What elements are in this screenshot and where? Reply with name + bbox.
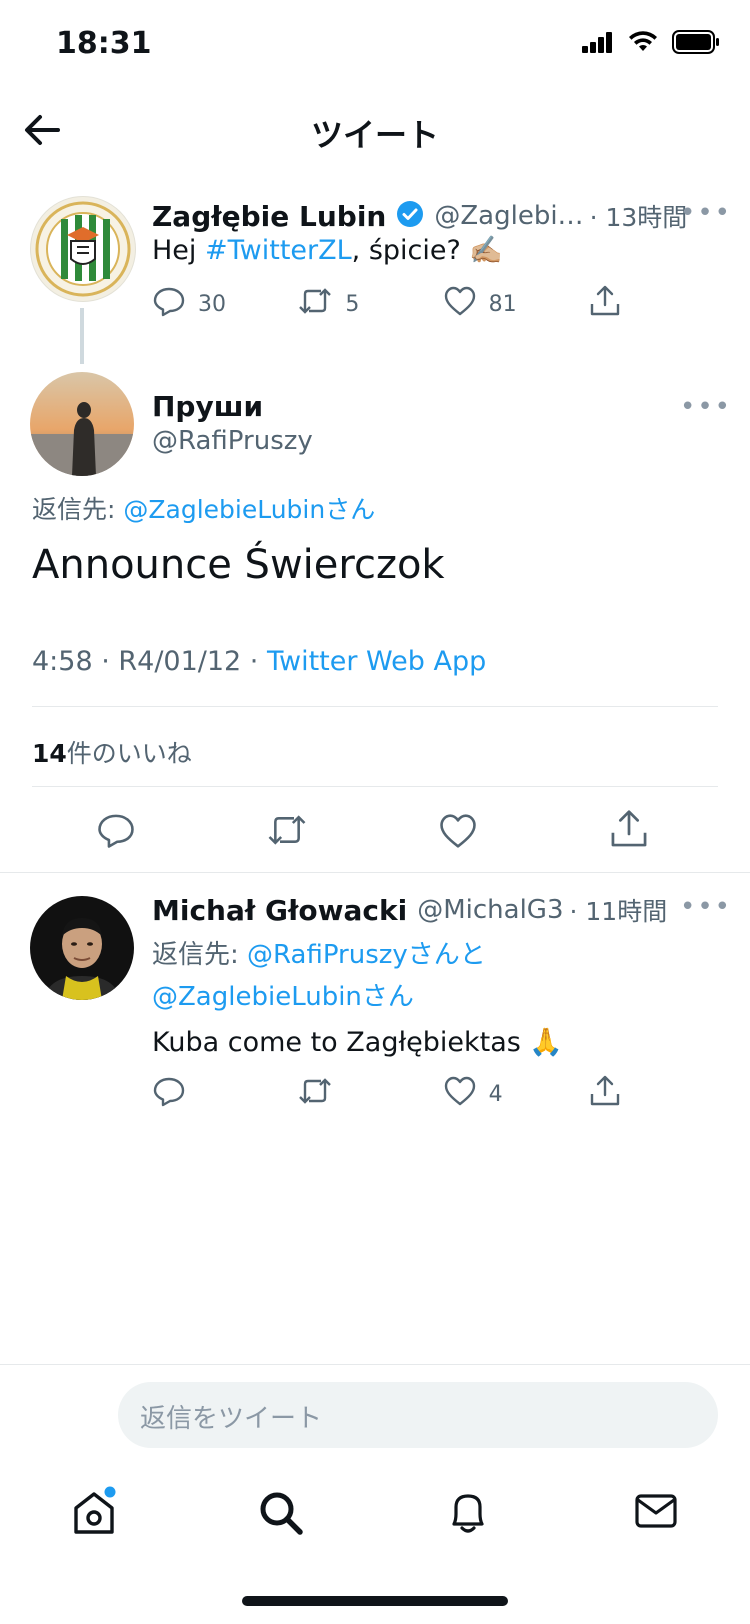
author-name[interactable]: Michał Głowacki xyxy=(152,894,407,927)
like-button[interactable] xyxy=(438,812,478,854)
tab-bar xyxy=(0,1468,750,1558)
share-icon xyxy=(588,1074,622,1114)
signal-icon xyxy=(582,31,614,57)
share-icon xyxy=(588,284,622,324)
share-button[interactable] xyxy=(588,284,622,324)
tweet-timestamp: 4:58 · R4/01/12 · Twitter Web App xyxy=(32,646,487,677)
tweet-time: · 13時間 xyxy=(589,203,688,232)
author-handle: @RafiPruszy xyxy=(152,426,313,456)
avatar[interactable] xyxy=(30,196,136,302)
battery-icon xyxy=(672,30,720,58)
tab-search[interactable] xyxy=(258,1490,306,1538)
reply-icon xyxy=(96,814,136,854)
tab-notifications[interactable] xyxy=(446,1488,492,1538)
wifi-icon xyxy=(628,31,658,57)
reply-to-user-link[interactable]: @RafiPruszyさんと xyxy=(247,940,486,970)
reply-button[interactable] xyxy=(152,1074,297,1114)
search-icon xyxy=(260,1492,303,1535)
reply-tweet-header: Michał Głowacki @MichalG3 · 11時間 xyxy=(152,890,732,930)
heart-icon xyxy=(443,1075,477,1113)
divider xyxy=(32,786,718,787)
verified-icon xyxy=(396,200,424,232)
status-icons xyxy=(582,30,720,58)
more-options-button[interactable]: ••• xyxy=(680,892,732,922)
mail-icon xyxy=(635,1494,677,1528)
main-tweet-text: Announce Świerczok xyxy=(32,542,445,588)
avatar[interactable] xyxy=(30,372,134,476)
page-title: ツイート xyxy=(310,116,439,154)
heart-icon xyxy=(438,814,478,854)
likes-summary[interactable]: 14件のいいね xyxy=(32,734,192,770)
reply-tweet-text: Kuba come to Zagłębiektas 🙏 xyxy=(152,1027,564,1058)
share-icon xyxy=(608,810,650,854)
divider xyxy=(0,872,750,873)
like-button[interactable]: 81 xyxy=(443,285,588,323)
divider xyxy=(0,1364,750,1365)
more-options-button[interactable]: ••• xyxy=(680,198,732,228)
reply-to-user-link[interactable]: @ZaglebieLubinさん xyxy=(123,495,375,524)
source-link[interactable]: Twitter Web App xyxy=(267,646,486,677)
thread-line xyxy=(80,308,84,364)
retweet-button[interactable] xyxy=(266,810,308,854)
parent-tweet-actions: 30 5 81 xyxy=(152,284,622,324)
reply-to-user-link[interactable]: @ZaglebieLubinさん xyxy=(152,976,414,1013)
more-options-button[interactable]: ••• xyxy=(680,392,732,422)
retweet-button[interactable]: 5 xyxy=(297,284,442,324)
share-button[interactable] xyxy=(608,808,650,854)
tab-home[interactable] xyxy=(70,1486,118,1538)
reply-icon xyxy=(152,1074,186,1114)
parent-tweet-header: Zagłębie Lubin @Zaglebi… · 13時間 xyxy=(152,196,732,236)
author-handle: @Zaglebi… xyxy=(434,201,584,231)
retweet-icon xyxy=(266,815,308,854)
bell-icon xyxy=(452,1494,484,1533)
share-button[interactable] xyxy=(588,1074,622,1114)
retweet-button[interactable] xyxy=(297,1074,442,1114)
reply-button[interactable]: 30 xyxy=(152,284,297,324)
heart-icon xyxy=(443,285,477,323)
home-indicator xyxy=(242,1596,508,1606)
main-tweet-actions xyxy=(0,806,750,856)
reply-icon xyxy=(152,284,186,324)
home-icon xyxy=(74,1486,116,1534)
status-time: 18:31 xyxy=(56,26,152,61)
retweet-icon xyxy=(297,284,333,324)
retweet-icon xyxy=(297,1074,333,1114)
reply-tweet-actions: 4 xyxy=(152,1074,622,1114)
club-crest-icon xyxy=(35,201,131,297)
divider xyxy=(32,706,718,707)
author-handle: @MichalG3 xyxy=(417,895,564,925)
reply-to-line: 返信先: @ZaglebieLubinさん xyxy=(32,495,376,524)
reply-to-line: 返信先: @RafiPruszyさんと xyxy=(152,940,486,970)
avatar[interactable] xyxy=(30,896,134,1000)
reply-input-placeholder: 返信をツイート xyxy=(140,1404,323,1434)
reply-button[interactable] xyxy=(96,810,136,854)
like-button[interactable]: 4 xyxy=(443,1075,588,1113)
tweet-time: · 11時間 xyxy=(569,897,668,926)
profile-photo-icon xyxy=(30,896,134,1000)
author-name[interactable]: Zagłębie Lubin xyxy=(152,200,386,233)
parent-tweet-text: Hej #TwitterZL, śpicie? ✍🏼 xyxy=(152,235,504,266)
author-name[interactable]: Пруши xyxy=(152,390,263,423)
hashtag-link[interactable]: #TwitterZL xyxy=(205,235,352,266)
profile-photo-icon xyxy=(30,372,134,476)
tab-messages[interactable] xyxy=(634,1492,680,1532)
